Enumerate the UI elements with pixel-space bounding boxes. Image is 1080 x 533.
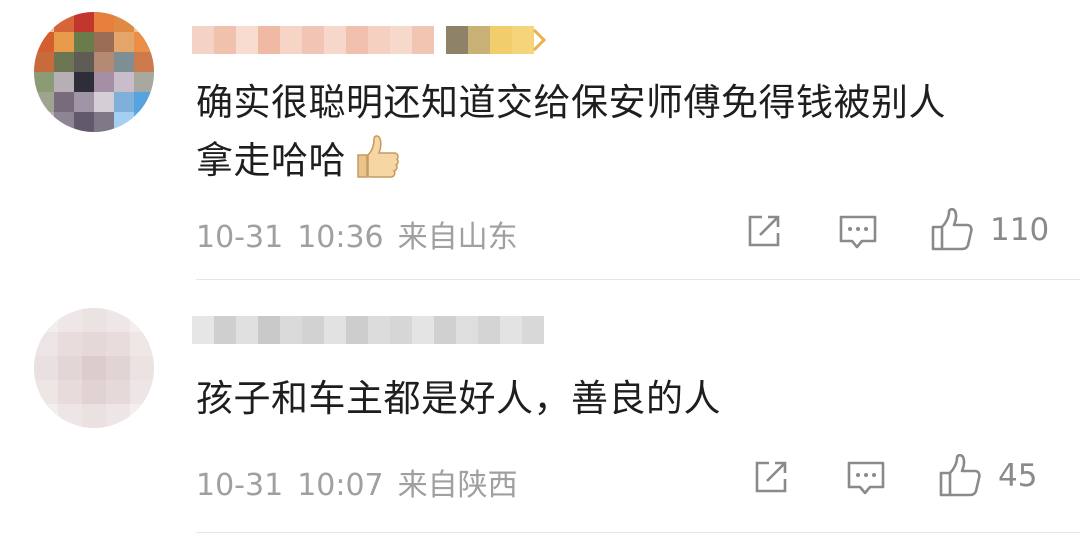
comment-text-fragment: 拿走哈哈 <box>196 139 346 182</box>
username-blurred[interactable] <box>192 312 547 348</box>
comment-location: 来自陕西 <box>397 468 518 503</box>
share-button[interactable] <box>745 212 783 250</box>
reply-button[interactable] <box>838 213 878 251</box>
comment-date: 10-31 <box>196 468 284 503</box>
comment-location: 来自山东 <box>397 220 518 255</box>
comment-meta: 10-31 10:36 来自山东 <box>196 212 532 256</box>
comment-time: 10:07 <box>297 468 384 503</box>
avatar[interactable] <box>34 308 154 428</box>
comment-icon <box>847 461 885 495</box>
comment-text: 孩子和车主都是好人，善良的人 <box>196 370 1056 428</box>
comment-item: 孩子和车主都是好人，善良的人 10-31 10:07 来自陕西 45 <box>0 280 1080 533</box>
comment-item: 确实很聪明还知道交给保安师傅免得钱被别人 拿走哈哈 10-31 10:36 来自山东 <box>0 0 1080 280</box>
comment-text-line: 确实很聪明还知道交给保安师傅免得钱被别人 <box>196 81 946 124</box>
thumbs-up-emoji-icon <box>354 135 400 196</box>
comment-icon <box>839 215 877 249</box>
like-count: 45 <box>998 458 1038 494</box>
like-button[interactable]: 110 <box>930 208 1049 252</box>
share-icon <box>755 461 787 493</box>
thumbs-up-icon <box>939 454 981 497</box>
comment-meta: 10-31 10:07 来自陕西 <box>196 460 532 504</box>
like-button[interactable]: 45 <box>938 454 1037 498</box>
comment-date: 10-31 <box>196 220 284 255</box>
username-blurred[interactable] <box>192 22 547 58</box>
avatar[interactable] <box>34 12 154 132</box>
thumbs-up-icon <box>931 208 973 251</box>
like-count: 110 <box>990 212 1050 248</box>
comment-text-line: 孩子和车主都是好人，善良的人 <box>196 377 721 420</box>
share-icon <box>748 215 780 247</box>
comment-text-line: 拿走哈哈 <box>196 132 1056 196</box>
share-button[interactable] <box>752 458 790 496</box>
comment-text: 确实很聪明还知道交给保安师傅免得钱被别人 拿走哈哈 <box>196 74 1056 196</box>
reply-button[interactable] <box>846 459 886 497</box>
comment-time: 10:36 <box>297 220 384 255</box>
